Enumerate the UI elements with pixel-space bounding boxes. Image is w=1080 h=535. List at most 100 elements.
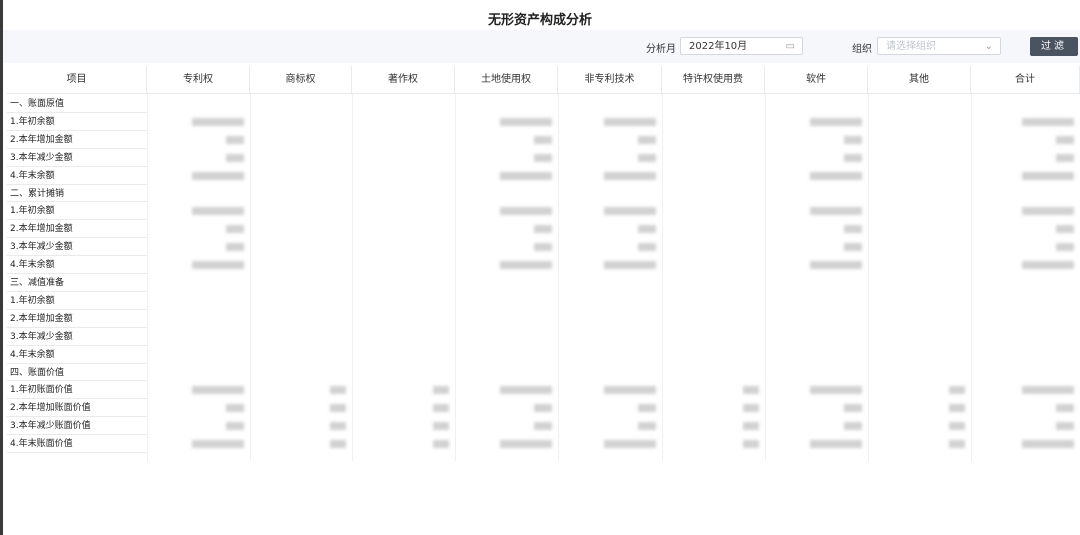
chevron-down-icon: ⌄ bbox=[984, 41, 993, 52]
redacted-value bbox=[743, 386, 759, 395]
row-label: 1.年初余额 bbox=[10, 116, 55, 127]
redacted-value bbox=[192, 117, 244, 126]
redacted-value bbox=[844, 153, 862, 162]
column-divider bbox=[250, 94, 251, 461]
month-picker[interactable]: 2022年10月 ▭ bbox=[680, 37, 803, 55]
section-heading: 四、账面价值 bbox=[10, 367, 65, 378]
column-header-item: 项目 bbox=[7, 66, 147, 94]
redacted-value bbox=[500, 117, 552, 126]
redacted-value bbox=[226, 153, 244, 162]
redacted-value bbox=[604, 207, 656, 216]
row-label: 2.本年增加金额 bbox=[10, 224, 73, 235]
section-heading: 一、账面原值 bbox=[10, 99, 65, 109]
column-header-trademark: 商标权 bbox=[250, 66, 352, 94]
column-divider bbox=[662, 94, 663, 461]
redacted-value bbox=[1022, 261, 1074, 270]
calendar-icon: ▭ bbox=[785, 41, 795, 52]
redacted-value bbox=[226, 243, 244, 252]
redacted-value bbox=[743, 440, 759, 449]
redacted-value bbox=[810, 386, 862, 395]
org-select[interactable]: 请选择组织 ⌄ bbox=[877, 37, 1001, 55]
page-title: 无形资产构成分析 bbox=[487, 13, 592, 28]
section-heading: 二、累计摊销 bbox=[10, 188, 65, 199]
row-divider bbox=[7, 452, 147, 453]
column-divider bbox=[455, 94, 456, 461]
redacted-value bbox=[534, 404, 552, 413]
redacted-value bbox=[604, 261, 656, 270]
redacted-value bbox=[500, 261, 552, 270]
redacted-value bbox=[949, 440, 965, 449]
redacted-value bbox=[743, 404, 759, 413]
redacted-value bbox=[810, 207, 862, 216]
redacted-value bbox=[949, 386, 965, 395]
redacted-value bbox=[330, 386, 346, 395]
column-divider bbox=[558, 94, 559, 461]
column-divider bbox=[868, 94, 869, 461]
redacted-value bbox=[534, 135, 552, 144]
row-label: 2.本年增加账面价值 bbox=[10, 403, 91, 414]
redacted-value bbox=[604, 440, 656, 449]
redacted-value bbox=[330, 422, 346, 431]
column-header-software: 软件 bbox=[765, 66, 868, 94]
redacted-value bbox=[638, 135, 656, 144]
redacted-value bbox=[534, 225, 552, 234]
redacted-value bbox=[500, 171, 552, 180]
redacted-value bbox=[844, 404, 862, 413]
redacted-value bbox=[844, 422, 862, 431]
row-label: 3.本年减少账面价值 bbox=[10, 421, 91, 432]
redacted-value bbox=[810, 440, 862, 449]
row-label: 3.本年减少金额 bbox=[10, 152, 73, 163]
row-label: 1.年初余额 bbox=[10, 295, 55, 306]
redacted-value bbox=[226, 135, 244, 144]
column-divider bbox=[352, 94, 353, 461]
redacted-value bbox=[1022, 440, 1074, 449]
org-placeholder: 请选择组织 bbox=[886, 41, 936, 52]
redacted-value bbox=[226, 225, 244, 234]
redacted-value bbox=[949, 422, 965, 431]
row-label: 4.年末余额 bbox=[10, 260, 55, 271]
column-header-other: 其他 bbox=[868, 66, 971, 94]
column-header-total: 合计 bbox=[971, 66, 1080, 94]
column-header-patent: 专利权 bbox=[147, 66, 250, 94]
redacted-value bbox=[844, 135, 862, 144]
row-label: 3.本年减少金额 bbox=[10, 331, 73, 342]
redacted-value bbox=[534, 153, 552, 162]
column-header-land-use: 土地使用权 bbox=[455, 66, 558, 94]
redacted-value bbox=[1056, 243, 1074, 252]
column-divider bbox=[971, 94, 972, 461]
redacted-value bbox=[500, 207, 552, 216]
redacted-value bbox=[433, 422, 449, 431]
redacted-value bbox=[192, 386, 244, 395]
row-label: 1.年初余额 bbox=[10, 206, 55, 217]
window-left-border bbox=[0, 0, 3, 535]
redacted-value bbox=[604, 386, 656, 395]
redacted-value bbox=[743, 422, 759, 431]
redacted-value bbox=[1056, 422, 1074, 431]
redacted-value bbox=[638, 422, 656, 431]
month-label: 分析月 bbox=[646, 44, 676, 55]
redacted-value bbox=[1022, 386, 1074, 395]
redacted-value bbox=[534, 422, 552, 431]
row-label: 1.年初账面价值 bbox=[10, 385, 73, 396]
redacted-value bbox=[810, 171, 862, 180]
row-label: 3.本年减少金额 bbox=[10, 242, 73, 253]
column-header-non-patent-tech: 非专利技术 bbox=[558, 66, 662, 94]
redacted-value bbox=[638, 153, 656, 162]
redacted-value bbox=[810, 261, 862, 270]
redacted-value bbox=[1056, 225, 1074, 234]
column-divider bbox=[147, 94, 148, 461]
redacted-value bbox=[1022, 117, 1074, 126]
row-label: 4.年末账面价值 bbox=[10, 439, 73, 450]
redacted-value bbox=[192, 261, 244, 270]
row-label: 4.年末余额 bbox=[10, 349, 55, 360]
redacted-value bbox=[330, 404, 346, 413]
redacted-value bbox=[192, 440, 244, 449]
redacted-value bbox=[500, 386, 552, 395]
column-header-franchise-fee: 特许权使用费 bbox=[662, 66, 765, 94]
redacted-value bbox=[330, 440, 346, 449]
redacted-value bbox=[604, 171, 656, 180]
column-divider bbox=[765, 94, 766, 461]
filter-button[interactable]: 过滤 bbox=[1030, 37, 1078, 56]
redacted-value bbox=[1056, 135, 1074, 144]
redacted-value bbox=[226, 422, 244, 431]
